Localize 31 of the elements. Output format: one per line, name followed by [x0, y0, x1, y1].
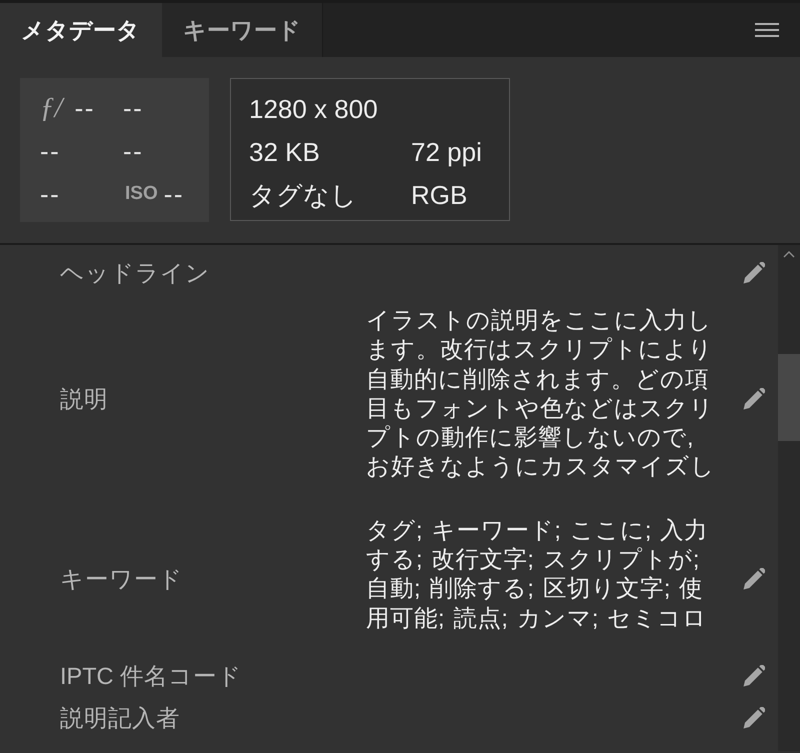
field-label: 説明 — [60, 384, 108, 414]
field-label: ヘッドライン — [60, 259, 210, 288]
scrollbar[interactable] — [778, 245, 800, 751]
field-label: キーワード — [60, 565, 183, 594]
file-size: 32 KB — [249, 136, 321, 166]
pencil-icon[interactable] — [743, 706, 765, 729]
scrollbar-thumb[interactable] — [778, 354, 800, 441]
iso-label: ISO — [125, 182, 158, 206]
exposure-value: -- — [123, 92, 144, 122]
resolution: 72 ppi — [411, 136, 483, 166]
field-label: IPTC 件名コード — [60, 662, 242, 691]
exposure-value: -- — [40, 136, 60, 166]
tab[interactable]: キーワード — [162, 3, 323, 57]
exposure-value: -- — [40, 178, 60, 208]
color-profile: タグなし — [249, 180, 358, 210]
menu-icon[interactable] — [755, 23, 779, 37]
image-dimensions: 1280 x 800 — [249, 94, 379, 124]
tab[interactable]: メタデータ — [0, 3, 162, 57]
aperture-label: ƒ/ — [40, 92, 63, 122]
field-label: 説明記入者 — [60, 704, 180, 733]
pencil-icon[interactable] — [743, 664, 765, 687]
field-value: タグ; キーワード; ここに; 入力する; 改行文字; スクリプトが; 自動; 削除する; 区切り文字; 使用可能; 読点; カンマ; セミコロ — [366, 516, 710, 633]
pencil-icon[interactable] — [743, 388, 765, 410]
field-value: イラストの説明をここに入力します。改行はスクリプトにより自動的に削除されます。どの項目もフォントや色などはスクリプトの動作に影響しないので, お好きなようにカスタマイズし — [366, 306, 716, 482]
exposure-value: -- — [164, 178, 184, 208]
exposure-value: -- — [123, 136, 144, 166]
pencil-icon[interactable] — [743, 262, 765, 284]
pencil-icon[interactable] — [743, 568, 765, 590]
color-mode: RGB — [411, 180, 468, 210]
scroll-up-icon[interactable] — [783, 251, 795, 258]
exposure-value: -- — [74, 92, 95, 122]
